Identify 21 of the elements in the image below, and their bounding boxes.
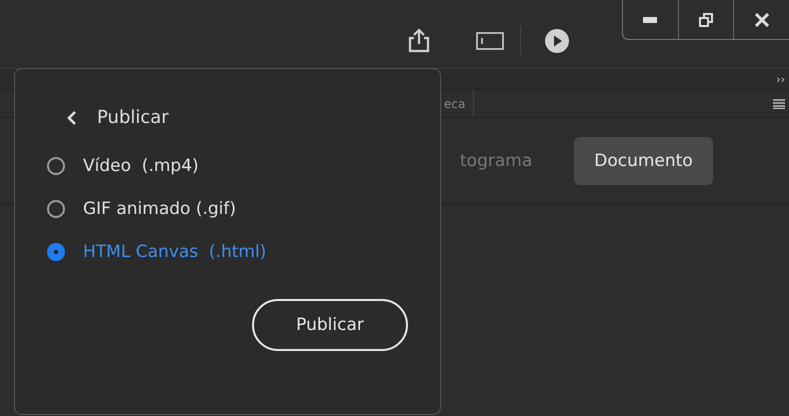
minimize-icon xyxy=(643,16,658,22)
menu-icon[interactable] xyxy=(773,98,785,108)
format-option[interactable]: HTML Canvas (.html) xyxy=(47,242,410,262)
format-option[interactable]: GIF animado (.gif) xyxy=(47,199,410,219)
option-label: Vídeo (.mp4) xyxy=(83,156,199,176)
play-icon[interactable] xyxy=(545,29,569,53)
back-icon[interactable] xyxy=(67,110,77,126)
radio-button[interactable] xyxy=(47,243,65,261)
popup-title: Publicar xyxy=(97,107,169,128)
restore-icon xyxy=(699,12,713,26)
share-icon[interactable] xyxy=(408,29,430,53)
close-icon xyxy=(754,12,769,26)
option-label: HTML Canvas (.html) xyxy=(83,242,266,262)
radio-button[interactable] xyxy=(47,200,65,218)
format-option[interactable]: Vídeo (.mp4) xyxy=(47,156,410,176)
publish-button[interactable]: Publicar xyxy=(252,299,408,351)
option-label: GIF animado (.gif) xyxy=(83,199,236,219)
panel-icon[interactable] xyxy=(476,30,504,52)
overflow-chevrons[interactable]: ›› xyxy=(776,72,785,86)
radio-button[interactable] xyxy=(47,157,65,175)
view-tab[interactable]: Documento xyxy=(574,136,713,184)
